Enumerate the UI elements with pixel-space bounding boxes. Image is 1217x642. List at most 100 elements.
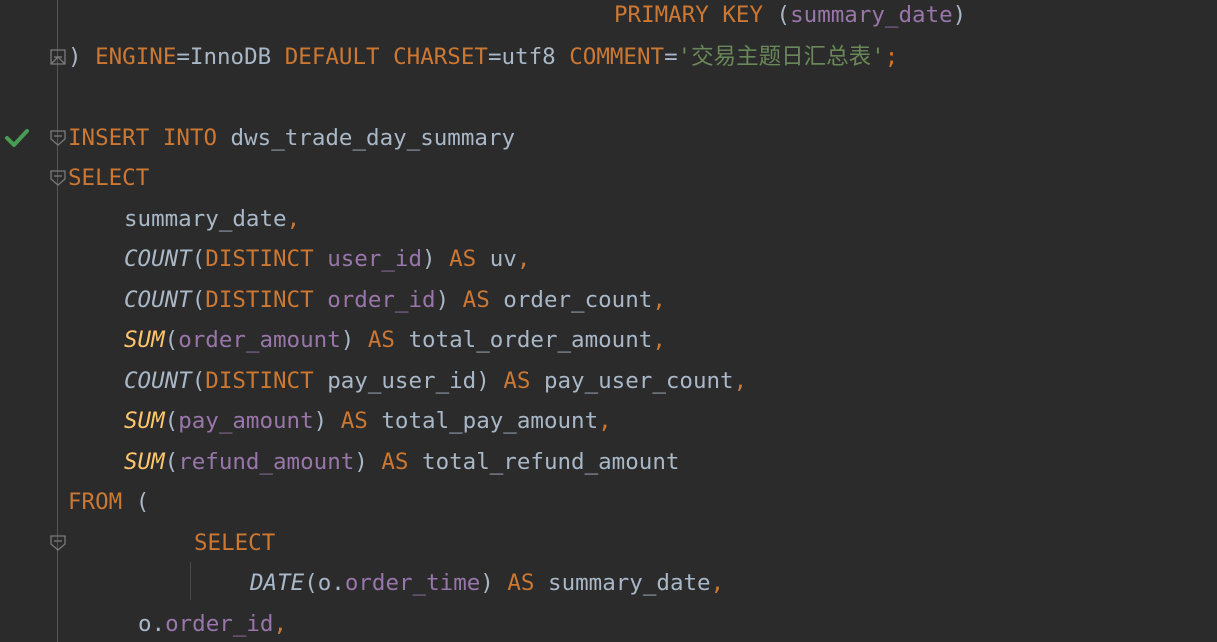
code-token: PRIMARY KEY (614, 2, 764, 28)
code-token: SUM (124, 327, 165, 353)
code-token: AS (367, 327, 395, 353)
fold-end-icon[interactable] (49, 48, 67, 66)
code-token: DISTINCT (205, 368, 314, 394)
code-editor[interactable]: PRIMARY KEY (summary_date) ) ENGINE=Inno… (0, 0, 1217, 642)
code-token: =utf8 (487, 44, 570, 70)
code-token: ( (191, 287, 206, 313)
code-token: total_pay_amount (367, 408, 599, 434)
line-text: SELECT (68, 158, 149, 198)
code-token: , (598, 408, 612, 434)
code-token: summary_date (790, 2, 953, 28)
code-line-14[interactable]: SELECT (0, 523, 275, 563)
line-text: FROM ( (68, 482, 149, 522)
code-token: SELECT (194, 530, 276, 556)
code-line-13[interactable]: FROM ( (0, 482, 149, 522)
code-line-4[interactable]: INSERT INTO dws_trade_day_summary (0, 118, 515, 158)
code-token: ( (763, 2, 791, 28)
code-token: ( (122, 489, 150, 515)
code-line-2[interactable]: ) ENGINE=InnoDB DEFAULT CHARSET=utf8 COM… (0, 37, 898, 77)
line-text: o.order_id, (138, 604, 287, 642)
code-token: ( (164, 408, 179, 434)
code-token: ( (191, 246, 206, 272)
code-token: SELECT (68, 165, 150, 191)
code-token: ( (164, 449, 179, 475)
code-token: COUNT (124, 246, 192, 272)
code-token: , (273, 611, 288, 637)
code-line-11[interactable]: SUM(pay_amount) AS total_pay_amount, (0, 401, 612, 441)
code-line-3[interactable] (0, 78, 54, 118)
line-text: INSERT INTO dws_trade_day_summary (68, 118, 515, 158)
code-token: ) (313, 408, 341, 434)
code-token: user_id (327, 246, 423, 272)
code-token: '交易主题日汇总表' (677, 44, 885, 70)
code-token: refund_amount (178, 449, 355, 475)
code-line-10[interactable]: COUNT(DISTINCT pay_user_id) AS pay_user_… (0, 361, 747, 401)
code-token: ) (354, 449, 382, 475)
code-token: ) (68, 44, 96, 70)
code-token: , (286, 206, 301, 232)
code-line-7[interactable]: COUNT(DISTINCT user_id) AS uv, (0, 239, 530, 279)
code-token: total_order_amount (394, 327, 653, 353)
code-token: pay_user_id) (313, 368, 504, 394)
code-token: FROM (68, 489, 123, 515)
line-text: SUM(order_amount) AS total_order_amount, (124, 320, 666, 360)
code-token: order_time (344, 570, 481, 596)
code-token: , (652, 287, 666, 313)
fold-start-icon[interactable] (49, 534, 67, 552)
line-text: COUNT(DISTINCT pay_user_id) AS pay_user_… (124, 361, 747, 401)
line-text: PRIMARY KEY (summary_date) (614, 0, 966, 35)
line-text: SUM(pay_amount) AS total_pay_amount, (124, 401, 612, 441)
code-token: AS (462, 287, 490, 313)
code-token: ENGINE (95, 44, 177, 70)
code-token: dws_trade_day_summary (217, 125, 516, 151)
line-text: DATE(o.order_time) AS summary_date, (250, 563, 724, 603)
indent-guide (190, 562, 191, 600)
code-token: o. (138, 611, 166, 637)
code-token: pay_amount (178, 408, 314, 434)
code-token: =InnoDB (176, 44, 285, 70)
code-token: , (652, 327, 666, 353)
code-line-12[interactable]: SUM(refund_amount) AS total_refund_amoun… (0, 442, 679, 482)
code-token: ( (191, 368, 206, 394)
code-token: DEFAULT CHARSET (284, 44, 488, 70)
line-text: COUNT(DISTINCT order_id) AS order_count, (124, 280, 666, 320)
code-token: ) (435, 287, 463, 313)
code-line-8[interactable]: COUNT(DISTINCT order_id) AS order_count, (0, 280, 666, 320)
line-text: SUM(refund_amount) AS total_refund_amoun… (124, 442, 679, 482)
code-line-5[interactable]: SELECT (0, 158, 149, 198)
fold-start-icon[interactable] (49, 169, 67, 187)
code-token: ) (952, 2, 967, 28)
code-token: AS (503, 368, 531, 394)
code-token: pay_user_count (530, 368, 734, 394)
code-line-6[interactable]: summary_date, (0, 199, 300, 239)
code-token: (o. (304, 570, 345, 596)
code-token: , (710, 570, 725, 596)
code-line-1[interactable]: PRIMARY KEY (summary_date) (0, 0, 966, 35)
code-token: AS (340, 408, 368, 434)
code-token: ) (480, 570, 508, 596)
line-text: summary_date, (124, 199, 300, 239)
code-token: ( (164, 327, 179, 353)
line-text: SELECT (194, 523, 275, 563)
code-token: COUNT (124, 368, 192, 394)
code-line-15[interactable]: DATE(o.order_time) AS summary_date, (0, 563, 724, 603)
code-token: summary_date (124, 206, 287, 232)
code-token: SUM (124, 408, 165, 434)
code-token: summary_date (534, 570, 711, 596)
code-token: AS (507, 570, 535, 596)
code-token: uv (476, 246, 517, 272)
code-token: ) (422, 246, 450, 272)
code-line-16[interactable]: o.order_id, (0, 604, 287, 642)
code-token: DATE (250, 570, 305, 596)
code-token: order_id (327, 287, 436, 313)
code-line-9[interactable]: SUM(order_amount) AS total_order_amount, (0, 320, 666, 360)
fold-start-icon[interactable] (49, 129, 67, 147)
code-token: DISTINCT (205, 287, 314, 313)
code-token: SUM (124, 449, 165, 475)
code-token: DISTINCT (205, 246, 314, 272)
check-icon (5, 129, 29, 147)
code-token: order_amount (178, 327, 341, 353)
code-token: ) (340, 327, 368, 353)
